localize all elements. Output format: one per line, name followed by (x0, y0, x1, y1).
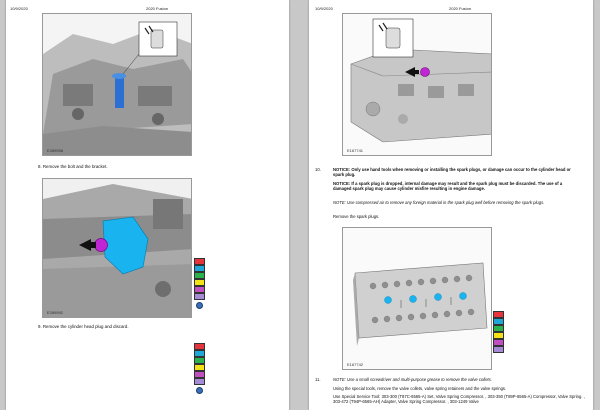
color-swatch (194, 279, 205, 286)
figure-id: E289592 (47, 310, 64, 315)
left-page-date: 10/9/2020 (10, 6, 28, 11)
color-swatch (194, 350, 205, 357)
step-9: 9. Remove the cylinder head plug and dis… (38, 324, 129, 329)
color-swatch (194, 343, 205, 350)
info-icon[interactable] (196, 387, 203, 394)
color-swatch (493, 332, 504, 339)
color-swatch (194, 293, 205, 300)
color-swatch (493, 325, 504, 332)
left-page: 10/9/2020 2020 Fusion E289598 8. Remove … (6, 0, 289, 410)
color-swatch (493, 346, 504, 353)
engine-bracket-illustration (43, 179, 191, 317)
color-legend (493, 311, 504, 353)
cylinder-head-top-illustration (343, 228, 491, 369)
figure-e167742: E167742 (342, 227, 492, 370)
note-compressed-air: NOTE: Use compressed air to remove any f… (333, 200, 545, 205)
note-valve-collets: NOTE: Use a small screwdriver and multi-… (333, 377, 492, 382)
right-page-date: 10/9/2020 (315, 6, 333, 11)
figure-e167741: E167741 (342, 13, 492, 156)
color-swatch (194, 272, 205, 279)
right-page: 10/9/2020 2020 Fusion E167741 10. NOTICE… (309, 0, 593, 410)
step-11-text: Using the special tools, remove the valv… (333, 386, 507, 391)
color-legend (194, 343, 205, 394)
figure-e289592: E289592 (42, 178, 192, 318)
color-swatch (194, 357, 205, 364)
cylinder-head-illustration (343, 14, 491, 155)
color-swatch (493, 318, 504, 325)
color-swatch (194, 265, 205, 272)
step-10-text: Remove the spark plugs. (333, 214, 380, 219)
color-swatch (194, 286, 205, 293)
figure-e289598: E289598 (42, 13, 192, 156)
step-10-number: 10. (315, 167, 321, 172)
color-swatch (194, 258, 205, 265)
color-swatch (493, 311, 504, 318)
color-swatch (493, 339, 504, 346)
color-legend (194, 258, 205, 309)
engine-top-illustration (43, 14, 191, 155)
color-swatch (194, 364, 205, 371)
left-page-title: 2020 Fusion (146, 6, 169, 11)
notice-dropped-plug: NOTICE: If a spark plug is dropped, inte… (333, 181, 563, 192)
figure-id: E167741 (347, 148, 364, 153)
figure-id: E167742 (347, 362, 364, 367)
step-11-tools: Use Special Service Tool: 303-300 (T87C-… (333, 394, 585, 405)
step-8: 8. Remove the bolt and the bracket. (38, 164, 108, 169)
color-swatch (194, 371, 205, 378)
color-swatch (194, 378, 205, 385)
right-page-title: 2020 Fusion (449, 6, 472, 11)
info-icon[interactable] (196, 302, 203, 309)
figure-id: E289598 (47, 148, 64, 153)
notice-hand-tools: NOTICE: Only use hand tools when removin… (333, 167, 571, 178)
step-11-number: 11. (315, 377, 321, 382)
